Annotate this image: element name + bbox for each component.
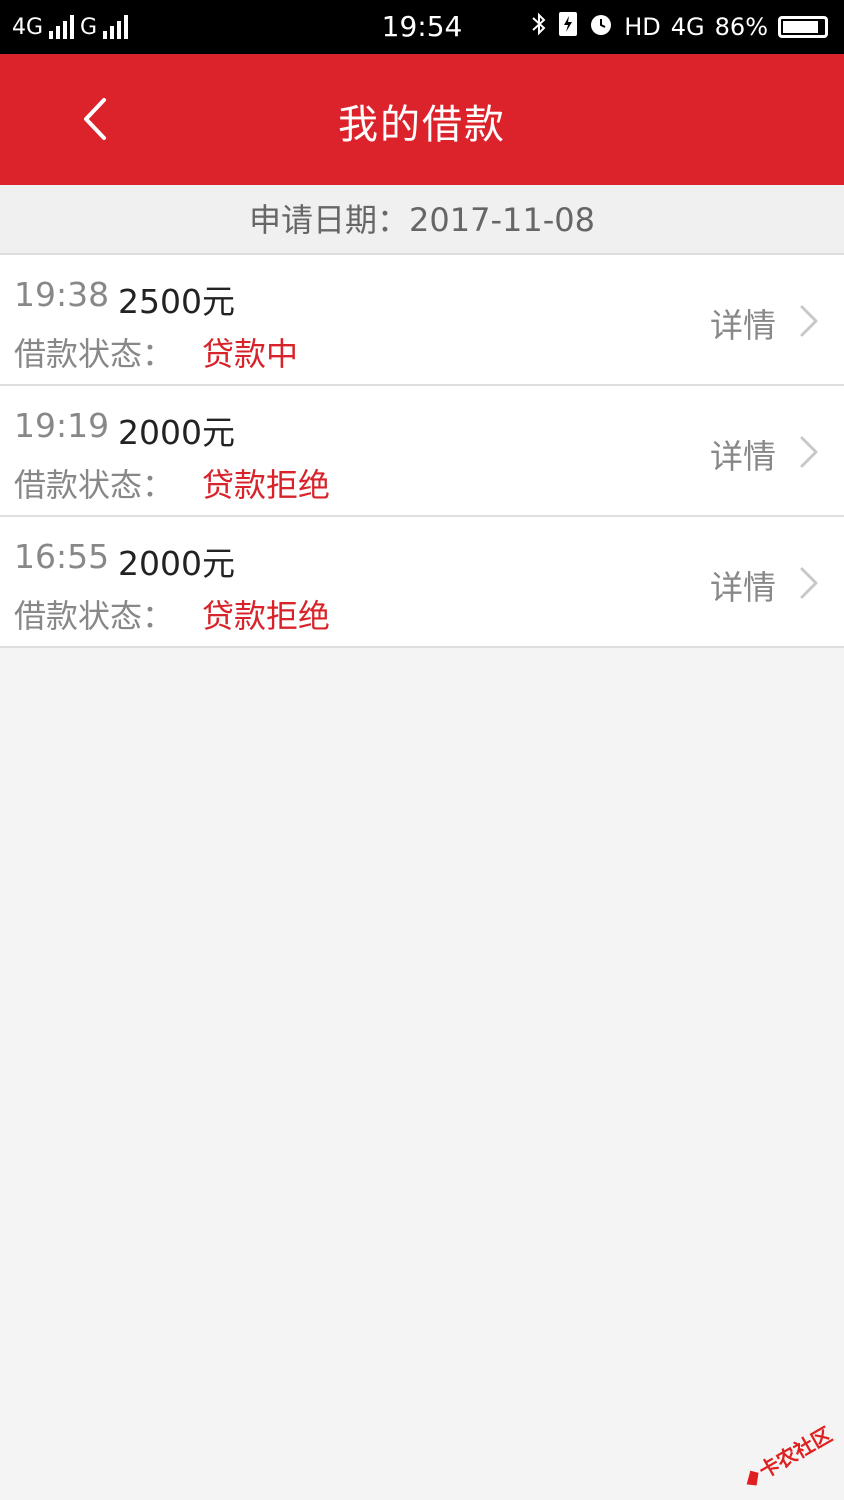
charging-icon [558,10,578,44]
watermark-icon: 卡农社区 [746,1422,836,1486]
app-header: 我的借款 [0,54,844,185]
net-4g-label: 4G [670,13,705,41]
loan-status-value: 贷款中 [202,335,299,373]
detail-link[interactable]: 详情 [710,561,776,609]
loan-time: 19:19 [14,406,110,445]
loan-amount: 2000元 [118,544,235,583]
chevron-right-icon[interactable] [796,301,824,341]
chevron-right-icon[interactable] [796,432,824,472]
loan-time: 19:38 [14,275,110,314]
loan-status-value: 贷款拒绝 [202,597,331,635]
detail-link[interactable]: 详情 [710,299,776,347]
battery-icon [778,16,828,38]
svg-text:卡农社区: 卡农社区 [755,1422,834,1483]
loan-time: 16:55 [14,537,110,576]
status-right: HD 4G 86% [530,12,828,42]
loan-status-value: 贷款拒绝 [202,466,331,504]
loan-row[interactable]: 19:38 2500元 借款状态： 贷款中 详情 [0,255,844,386]
hd-label: HD [624,13,661,41]
loan-row[interactable]: 19:19 2000元 借款状态： 贷款拒绝 详情 [0,386,844,517]
loan-status-label: 借款状态： [14,335,175,373]
page-title: 我的借款 [338,102,506,148]
detail-link[interactable]: 详情 [710,430,776,478]
loan-amount: 2000元 [118,413,235,452]
watermark-logo: 卡农社区 [734,1422,836,1486]
loan-amount: 2500元 [118,282,235,321]
application-date-bar: 申请日期：2017-11-08 [0,185,844,255]
loan-row[interactable]: 16:55 2000元 借款状态： 贷款拒绝 详情 [0,517,844,648]
status-bar: 4G G 19:54 HD 4G 86% [0,0,844,54]
battery-percent: 86% [714,13,768,41]
loan-status-label: 借款状态： [14,597,175,635]
chevron-right-icon[interactable] [796,563,824,603]
loan-list: 19:38 2500元 借款状态： 贷款中 详情 19:19 2000元 借款状… [0,255,844,648]
bluetooth-icon [530,10,548,45]
loan-status-label: 借款状态： [14,466,175,504]
alarm-icon [588,11,614,43]
